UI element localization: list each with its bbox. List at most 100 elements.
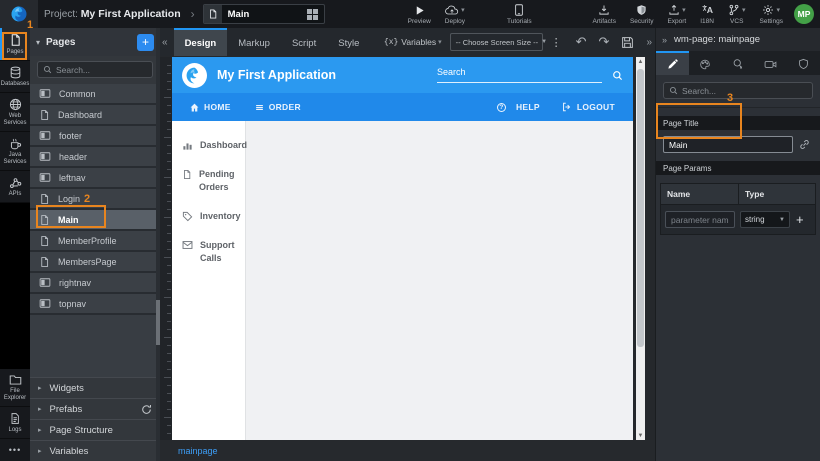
preview-nav-pending-orders[interactable]: Pending Orders xyxy=(172,160,245,202)
undo-button[interactable]: ↶ xyxy=(570,34,593,50)
variables-dropdown[interactable]: {x} Variables ▾ xyxy=(384,37,442,47)
tab-events[interactable] xyxy=(754,51,787,75)
top-bar: Project: My First Application › Main Pre… xyxy=(0,0,820,28)
rail-item-file-explorer[interactable]: File Explorer xyxy=(0,369,30,407)
collapse-triangle-icon[interactable]: ▾ xyxy=(36,38,40,47)
tab-inspect[interactable] xyxy=(722,51,755,75)
export-button[interactable]: ▾ Export xyxy=(660,0,693,28)
rail-item-java-services[interactable]: Java Services xyxy=(0,132,30,171)
screen-size-select[interactable]: -- Choose Screen Size --▼ xyxy=(450,33,543,51)
help-circle-icon: ? xyxy=(497,103,506,112)
envelope-icon xyxy=(182,240,193,250)
panel-section-variables[interactable]: ▸Variables xyxy=(30,440,160,461)
page-list-item[interactable]: header xyxy=(30,147,160,168)
page-grid-icon[interactable] xyxy=(307,9,318,20)
search-icon[interactable] xyxy=(612,70,623,81)
save-button[interactable] xyxy=(615,36,640,49)
tab-properties[interactable] xyxy=(656,51,689,75)
vertical-ruler xyxy=(160,57,172,440)
tab-script[interactable]: Script xyxy=(281,28,327,56)
refresh-icon[interactable] xyxy=(141,404,152,415)
page-list-item[interactable]: Common xyxy=(30,84,160,105)
page-list-item[interactable]: footer xyxy=(30,126,160,147)
security-button[interactable]: Security xyxy=(623,0,660,28)
vcs-button[interactable]: ▾ VCS xyxy=(721,0,753,28)
page-list-item[interactable]: Login xyxy=(30,189,160,210)
home-icon xyxy=(190,103,199,112)
rail-item-databases[interactable]: Databases xyxy=(0,61,30,93)
i18n-button[interactable]: A I18N xyxy=(693,0,721,28)
page-name: Common xyxy=(59,89,96,99)
collapse-panel-icon[interactable]: » xyxy=(662,35,667,45)
preview-app-header[interactable]: My First Application Search xyxy=(172,57,633,93)
tab-style[interactable]: Style xyxy=(327,28,370,56)
bind-link-icon[interactable] xyxy=(799,139,810,150)
redo-button[interactable]: ↷ xyxy=(593,34,616,50)
nav-item-help[interactable]: ? HELP xyxy=(497,102,540,112)
nav-item-home[interactable]: HOME xyxy=(190,102,231,112)
add-param-button[interactable]: + xyxy=(796,212,804,227)
page-title-input[interactable] xyxy=(663,136,793,153)
properties-search[interactable] xyxy=(663,82,813,99)
rail-item-apis[interactable]: APIs xyxy=(0,171,30,203)
tab-markup[interactable]: Markup xyxy=(227,28,281,56)
chevron-down-icon: ▼ xyxy=(779,217,785,223)
list-icon xyxy=(255,103,264,112)
pages-search-input[interactable] xyxy=(56,65,147,75)
rail-item-pages[interactable]: Pages xyxy=(0,28,30,61)
nav-item-order[interactable]: ORDER xyxy=(255,102,301,112)
artifacts-button[interactable]: Artifacts xyxy=(585,0,622,28)
page-name: rightnav xyxy=(59,278,91,288)
events-icon xyxy=(764,59,777,70)
page-list-item[interactable]: MemberProfile xyxy=(30,231,160,252)
expand-triangle-icon: ▸ xyxy=(38,426,42,434)
page-selector[interactable]: Main xyxy=(203,4,325,24)
chevron-down-icon: ▾ xyxy=(682,6,686,14)
nav-item-logout[interactable]: LOGOUT xyxy=(562,102,615,112)
page-list-item[interactable]: leftnav xyxy=(30,168,160,189)
panel-section-prefabs[interactable]: ▸Prefabs xyxy=(30,398,160,419)
tab-design[interactable]: Design xyxy=(174,28,228,56)
canvas-scrollbar[interactable]: ▲ ▼ xyxy=(636,57,645,440)
rail-item-logs[interactable]: Logs xyxy=(0,407,30,439)
collapse-right-panel-icon[interactable]: » xyxy=(640,37,655,48)
rail-overflow-button[interactable]: ••• xyxy=(0,439,30,461)
project-name: My First Application xyxy=(81,8,181,20)
settings-button[interactable]: ▾ Settings xyxy=(753,0,791,28)
more-options-button[interactable]: ⋮ xyxy=(543,36,570,49)
properties-search-input[interactable] xyxy=(682,86,807,96)
preview-button[interactable]: Preview xyxy=(401,0,438,28)
breadcrumb-chevron-icon: › xyxy=(191,7,195,21)
add-page-button[interactable]: + xyxy=(137,34,154,51)
wavemaker-logo[interactable] xyxy=(0,0,38,28)
param-name-input[interactable] xyxy=(665,211,735,228)
search-icon xyxy=(43,65,52,74)
page-list-item[interactable]: Main xyxy=(30,210,160,231)
tutorials-button[interactable]: Tutorials xyxy=(500,0,539,28)
page-list-item[interactable]: topnav xyxy=(30,294,160,315)
preview-search-field[interactable]: Search xyxy=(437,67,602,83)
page-list-item[interactable]: rightnav xyxy=(30,273,160,294)
user-avatar[interactable]: MP xyxy=(794,4,814,24)
panel-section-widgets[interactable]: ▸Widgets xyxy=(30,377,160,398)
design-canvas[interactable]: My First Application Search HOME xyxy=(172,57,633,440)
page-list-item[interactable]: Dashboard xyxy=(30,105,160,126)
open-page-tab-mainpage[interactable]: mainpage xyxy=(178,446,218,456)
preview-nav-support-calls[interactable]: Support Calls xyxy=(172,231,245,273)
deploy-button[interactable]: ▾ Deploy xyxy=(438,0,472,28)
rail-item-web-services[interactable]: Web Services xyxy=(0,93,30,132)
collapse-left-panel-icon[interactable]: « xyxy=(160,37,174,48)
pages-search[interactable] xyxy=(37,61,153,78)
page-list-item[interactable]: MembersPage xyxy=(30,252,160,273)
preview-content-area[interactable] xyxy=(246,121,633,440)
param-type-header: Type xyxy=(739,184,815,204)
chevron-down-icon: ▾ xyxy=(742,6,746,14)
preview-nav-inventory[interactable]: Inventory xyxy=(172,202,245,231)
panel-section-page-structure[interactable]: ▸Page Structure xyxy=(30,419,160,440)
tab-security[interactable] xyxy=(787,51,820,75)
tab-styles[interactable] xyxy=(689,51,722,75)
preview-nav-dashboard[interactable]: Dashboard xyxy=(172,131,245,160)
bar-chart-icon xyxy=(182,140,193,151)
param-type-select[interactable]: string▼ xyxy=(740,211,790,228)
page-icon xyxy=(204,5,222,23)
